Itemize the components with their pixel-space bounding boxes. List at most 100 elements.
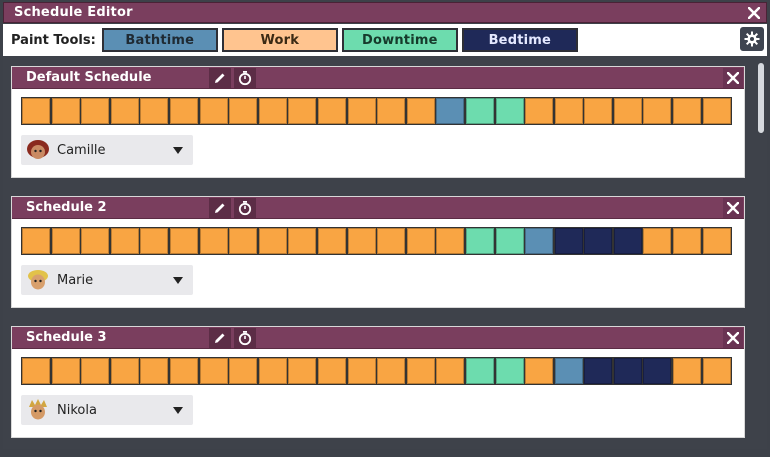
- rename-button[interactable]: [209, 328, 231, 348]
- schedule-block-work[interactable]: [673, 228, 702, 254]
- paint-tool-work[interactable]: Work: [221, 28, 338, 52]
- timer-button[interactable]: [234, 68, 256, 88]
- schedule-block-work[interactable]: [22, 358, 50, 384]
- schedule-block-work[interactable]: [288, 98, 317, 124]
- schedule-block-work[interactable]: [525, 98, 554, 124]
- stopwatch-icon: [238, 201, 252, 216]
- schedule-block-bath[interactable]: [554, 358, 583, 384]
- schedule-block-work[interactable]: [229, 228, 258, 254]
- schedule-block-down[interactable]: [495, 98, 524, 124]
- timer-button[interactable]: [234, 198, 256, 218]
- delete-schedule-button[interactable]: [723, 68, 743, 88]
- schedule-block-work[interactable]: [258, 358, 287, 384]
- window-close-button[interactable]: [745, 4, 763, 22]
- stopwatch-icon: [238, 71, 252, 86]
- schedule-block-bed[interactable]: [643, 358, 672, 384]
- schedule-block-bath[interactable]: [525, 228, 554, 254]
- schedule-header: Default Schedule: [12, 67, 744, 89]
- dupe-dropdown[interactable]: Marie: [21, 265, 193, 295]
- schedule-block-work[interactable]: [702, 358, 731, 384]
- schedule-block-work[interactable]: [673, 98, 702, 124]
- schedule-block-work[interactable]: [377, 228, 406, 254]
- schedule-block-work[interactable]: [702, 98, 731, 124]
- schedule-block-work[interactable]: [643, 228, 672, 254]
- schedule-block-work[interactable]: [317, 228, 346, 254]
- schedule-block-work[interactable]: [406, 228, 435, 254]
- schedule-block-work[interactable]: [81, 358, 110, 384]
- schedule-block-work[interactable]: [199, 228, 228, 254]
- schedule-block-work[interactable]: [525, 358, 554, 384]
- schedule-block-work[interactable]: [258, 228, 287, 254]
- schedule-block-work[interactable]: [81, 228, 110, 254]
- schedule-block-work[interactable]: [140, 358, 169, 384]
- schedule-block-down[interactable]: [495, 228, 524, 254]
- schedule-block-work[interactable]: [169, 228, 198, 254]
- dupe-dropdown[interactable]: Camille: [21, 135, 193, 165]
- schedule-block-work[interactable]: [317, 358, 346, 384]
- schedule-block-work[interactable]: [51, 98, 80, 124]
- timer-button[interactable]: [234, 328, 256, 348]
- schedule-block-bed[interactable]: [613, 358, 642, 384]
- schedule-block-work[interactable]: [81, 98, 110, 124]
- schedule-block-bed[interactable]: [554, 228, 583, 254]
- schedule-block-work[interactable]: [317, 98, 346, 124]
- schedule-block-work[interactable]: [169, 358, 198, 384]
- schedule-block-bed[interactable]: [584, 358, 613, 384]
- schedule-block-bed[interactable]: [613, 228, 642, 254]
- schedule-name: Schedule 3: [26, 330, 107, 345]
- schedule-block-bath[interactable]: [436, 98, 465, 124]
- schedule-block-work[interactable]: [22, 228, 50, 254]
- schedule-editor-window: Schedule Editor Paint Tools: Bathtime Wo…: [0, 0, 770, 457]
- schedule-block-work[interactable]: [347, 228, 376, 254]
- schedule-block-bed[interactable]: [584, 228, 613, 254]
- schedule-card: Default Schedule Camille: [11, 66, 745, 178]
- schedule-block-work[interactable]: [51, 358, 80, 384]
- schedule-block-work[interactable]: [140, 228, 169, 254]
- rename-button[interactable]: [209, 68, 231, 88]
- schedule-block-work[interactable]: [110, 228, 139, 254]
- schedule-block-work[interactable]: [199, 98, 228, 124]
- chevron-down-icon: [173, 406, 183, 414]
- schedule-block-work[interactable]: [110, 98, 139, 124]
- schedule-block-work[interactable]: [584, 98, 613, 124]
- schedule-block-work[interactable]: [288, 358, 317, 384]
- schedule-block-work[interactable]: [199, 358, 228, 384]
- schedule-block-work[interactable]: [258, 98, 287, 124]
- paint-tool-bathtime[interactable]: Bathtime: [101, 28, 218, 52]
- schedule-block-work[interactable]: [347, 358, 376, 384]
- schedule-block-work[interactable]: [229, 358, 258, 384]
- schedule-block-down[interactable]: [495, 358, 524, 384]
- schedule-block-work[interactable]: [377, 98, 406, 124]
- schedule-block-down[interactable]: [465, 358, 494, 384]
- schedule-block-work[interactable]: [51, 228, 80, 254]
- schedule-block-down[interactable]: [465, 98, 494, 124]
- pencil-icon: [215, 333, 225, 343]
- scrollbar-thumb[interactable]: [758, 63, 764, 133]
- schedule-block-work[interactable]: [436, 228, 465, 254]
- rename-button[interactable]: [209, 198, 231, 218]
- schedule-block-work[interactable]: [347, 98, 376, 124]
- schedule-block-work[interactable]: [406, 98, 435, 124]
- paint-tool-bedtime[interactable]: Bedtime: [461, 28, 578, 52]
- schedule-block-work[interactable]: [643, 98, 672, 124]
- delete-schedule-button[interactable]: [723, 328, 743, 348]
- schedule-block-work[interactable]: [673, 358, 702, 384]
- dupe-dropdown[interactable]: Nikola: [21, 395, 193, 425]
- schedule-block-work[interactable]: [110, 358, 139, 384]
- schedule-block-work[interactable]: [436, 358, 465, 384]
- schedule-block-work[interactable]: [377, 358, 406, 384]
- schedule-block-work[interactable]: [702, 228, 731, 254]
- schedule-block-work[interactable]: [406, 358, 435, 384]
- schedule-block-work[interactable]: [288, 228, 317, 254]
- schedule-block-work[interactable]: [613, 98, 642, 124]
- schedule-block-work[interactable]: [22, 98, 50, 124]
- delete-schedule-button[interactable]: [723, 198, 743, 218]
- schedule-block-down[interactable]: [465, 228, 494, 254]
- settings-button[interactable]: [740, 27, 764, 51]
- schedule-block-work[interactable]: [140, 98, 169, 124]
- schedule-block-work[interactable]: [169, 98, 198, 124]
- paint-tool-downtime[interactable]: Downtime: [341, 28, 458, 52]
- schedule-block-work[interactable]: [554, 98, 583, 124]
- schedule-block-work[interactable]: [229, 98, 258, 124]
- dupe-name: Camille: [57, 142, 106, 158]
